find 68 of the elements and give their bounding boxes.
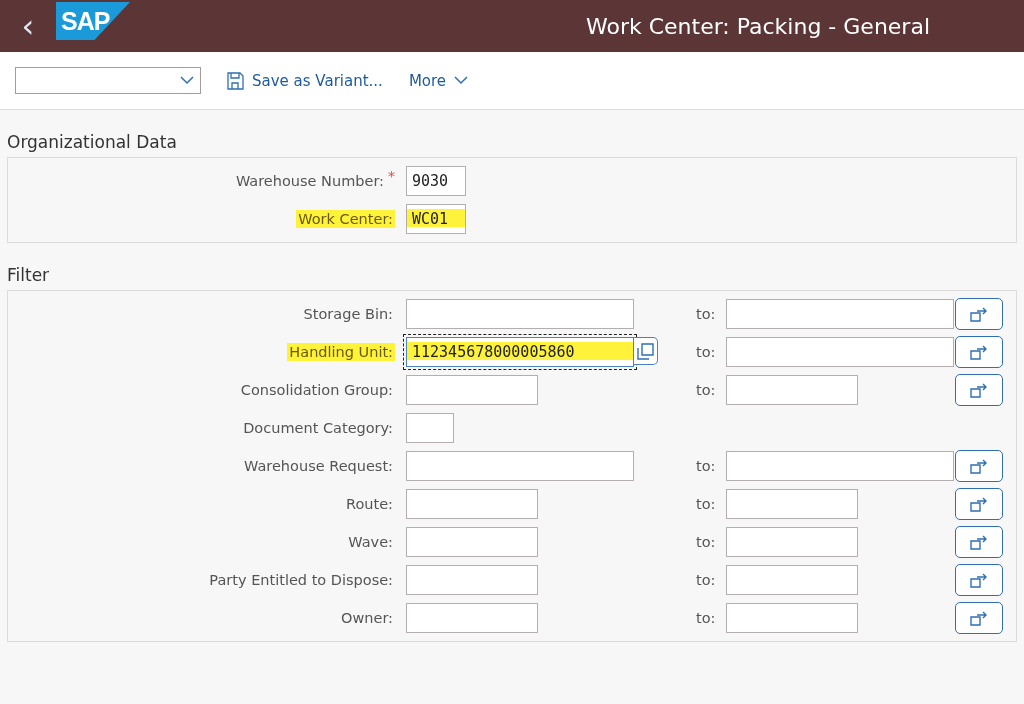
save-icon — [227, 71, 244, 90]
input-field[interactable] — [726, 565, 858, 595]
required-mark: * — [388, 168, 395, 184]
input-field[interactable] — [726, 489, 858, 519]
multiple-selection-button[interactable] — [955, 336, 1003, 368]
input-field[interactable] — [726, 337, 954, 367]
copy-icon — [637, 342, 654, 360]
selection-arrow-icon — [970, 306, 988, 322]
input-field[interactable] — [726, 375, 858, 405]
field-label: Route: — [345, 495, 394, 513]
section-title: Filter — [7, 264, 51, 287]
more-button[interactable]: More — [408, 71, 469, 90]
value-help-button[interactable] — [634, 337, 658, 365]
field-label: Owner: — [340, 609, 394, 627]
input-field[interactable]: 112345678000005860 — [406, 337, 634, 367]
selection-arrow-icon — [970, 458, 988, 474]
input-field[interactable] — [726, 527, 858, 557]
selection-arrow-icon — [970, 382, 988, 398]
field-label: Party Entitled to Dispose: — [208, 571, 394, 589]
input-field[interactable] — [406, 489, 538, 519]
field-label: Consolidation Group: — [239, 381, 394, 399]
to-label: to: — [696, 610, 717, 626]
to-label: to: — [696, 382, 717, 398]
input-field[interactable] — [406, 565, 538, 595]
field-label: Storage Bin: — [302, 305, 394, 323]
to-label: to: — [696, 572, 717, 588]
multiple-selection-button[interactable] — [955, 298, 1003, 330]
multiple-selection-button[interactable] — [955, 374, 1003, 406]
selection-arrow-icon — [970, 344, 988, 360]
field-label: Warehouse Request: — [243, 457, 394, 475]
to-label: to: — [696, 458, 717, 474]
field-label: Work Center: — [296, 210, 395, 228]
input-field[interactable] — [406, 375, 538, 405]
input-field[interactable] — [726, 299, 954, 329]
field-label: Warehouse Number: — [234, 172, 385, 190]
multiple-selection-button[interactable] — [955, 450, 1003, 482]
to-label: to: — [696, 306, 717, 322]
chevron-down-icon — [454, 76, 469, 85]
input-field[interactable] — [726, 451, 954, 481]
selection-arrow-icon — [970, 534, 988, 550]
multiple-selection-button[interactable] — [955, 526, 1003, 558]
input-field[interactable] — [726, 603, 858, 633]
input-field[interactable] — [406, 527, 538, 557]
field-label: Handling Unit: — [287, 343, 395, 361]
input-field[interactable]: WC01 — [406, 204, 466, 234]
multiple-selection-button[interactable] — [955, 564, 1003, 596]
to-label: to: — [696, 344, 717, 360]
input-field[interactable] — [406, 413, 454, 443]
multiple-selection-button[interactable] — [955, 488, 1003, 520]
logo: SAP — [56, 2, 130, 40]
field-label: Document Category: — [242, 419, 394, 437]
selection-arrow-icon — [970, 572, 988, 588]
input-field[interactable] — [406, 299, 634, 329]
page-title: Work Center: Packing - General — [586, 13, 930, 39]
chevron-down-icon — [180, 76, 194, 85]
back-button[interactable]: ‹ — [0, 6, 56, 46]
section-title: Organizational Data — [7, 131, 178, 154]
variant-select[interactable] — [15, 67, 201, 94]
selection-arrow-icon — [970, 610, 988, 626]
input-field[interactable] — [406, 451, 634, 481]
input-field[interactable]: 9030 — [406, 166, 466, 196]
save-as-variant-button[interactable]: Save as Variant... — [227, 71, 383, 90]
multiple-selection-button[interactable] — [955, 602, 1003, 634]
to-label: to: — [696, 534, 717, 550]
to-label: to: — [696, 496, 717, 512]
selection-arrow-icon — [970, 496, 988, 512]
input-field[interactable] — [406, 603, 538, 633]
field-label: Wave: — [347, 533, 394, 551]
